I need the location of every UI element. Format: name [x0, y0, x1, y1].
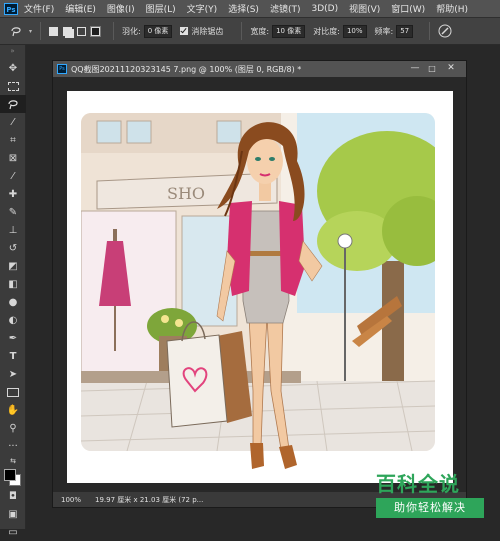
tools-panel: » ✥ ⁄ ⌗ ⊠ ⁄ ✚ ✎ ⊥ ↺ ◩ ◧ ● ◐ ✒ T ➤ ✋ ⚲ ··…: [0, 45, 26, 538]
menu-filter[interactable]: 滤镜(T): [270, 2, 301, 15]
clone-stamp-tool-icon[interactable]: ⊥: [0, 221, 26, 239]
zoom-level[interactable]: 100%: [61, 496, 95, 504]
menu-bar: Ps 文件(F) 编辑(E) 图像(I) 图层(L) 文字(Y) 选择(S) 滤…: [0, 0, 500, 17]
menu-file[interactable]: 文件(F): [24, 2, 54, 15]
more-tools-icon[interactable]: ···: [0, 437, 26, 455]
close-icon[interactable]: ✕: [445, 63, 457, 74]
type-tool-icon[interactable]: T: [0, 347, 26, 365]
dodge-tool-icon[interactable]: ◐: [0, 311, 26, 329]
subtract-selection-icon[interactable]: [77, 26, 86, 36]
brush-tool-icon[interactable]: ✎: [0, 203, 26, 221]
antialias-label: 消除锯齿: [191, 26, 224, 36]
magic-wand-tool-icon[interactable]: ⁄: [0, 113, 26, 131]
menu-view[interactable]: 视图(V): [349, 2, 380, 15]
divider: [113, 22, 114, 40]
eyedropper-tool-icon[interactable]: ⁄: [0, 167, 26, 185]
spot-healing-tool-icon[interactable]: ✚: [0, 185, 26, 203]
paint-bucket-tool-icon[interactable]: ◧: [0, 275, 26, 293]
feather-label: 羽化:: [122, 26, 141, 36]
divider: [241, 22, 243, 40]
marquee-tool-icon[interactable]: [0, 77, 26, 95]
canvas-area[interactable]: SHO: [53, 77, 466, 497]
blur-tool-icon[interactable]: ●: [0, 293, 26, 311]
photoshop-logo: Ps: [4, 2, 18, 15]
crop-tool-icon[interactable]: ⌗: [0, 131, 26, 149]
canvas[interactable]: SHO: [67, 91, 453, 483]
zoom-tool-icon[interactable]: ⚲: [0, 419, 26, 437]
document-title: QQ截图20211120323145 7.png @ 100% (图层 0, R…: [71, 64, 302, 74]
intersect-selection-icon[interactable]: [90, 25, 101, 37]
foreground-color-swatch[interactable]: [4, 469, 16, 481]
menu-3d[interactable]: 3D(D): [311, 4, 338, 14]
frequency-input[interactable]: 57: [396, 24, 414, 38]
document-size: 19.97 厘米 x 21.03 厘米 (72 p...: [95, 495, 204, 504]
new-selection-icon[interactable]: [49, 26, 58, 36]
svg-text:SHO: SHO: [167, 184, 205, 203]
watermark-title: 百科全说: [376, 472, 460, 496]
move-tool-icon[interactable]: ✥: [0, 59, 26, 77]
menu-layer[interactable]: 图层(L): [146, 2, 176, 15]
quick-mask-icon[interactable]: ◘: [0, 487, 26, 505]
maximize-icon[interactable]: □: [426, 63, 438, 74]
width-label: 宽度:: [250, 26, 270, 36]
magnetic-lasso-icon: [11, 27, 21, 37]
color-swatches[interactable]: [0, 467, 26, 487]
divider: [40, 22, 41, 40]
menu-select[interactable]: 选择(S): [228, 2, 259, 15]
rectangle-tool-icon[interactable]: [0, 383, 26, 401]
pen-pressure-icon[interactable]: [438, 24, 452, 38]
frequency-label: 频率:: [374, 26, 394, 36]
pen-tool-icon[interactable]: ✒: [0, 329, 26, 347]
options-bar: ▾ 羽化: 0 像素 消除锯齿 宽度: 10 像素 对比度: 10% 频率: 5…: [0, 17, 500, 45]
document-tab[interactable]: Ps QQ截图20211120323145 7.png @ 100% (图层 0…: [53, 61, 466, 77]
menu-image[interactable]: 图像(I): [107, 2, 135, 15]
antialias-checkbox[interactable]: [180, 27, 189, 35]
path-selection-tool-icon[interactable]: ➤: [0, 365, 26, 383]
ps-file-icon: Ps: [57, 64, 67, 74]
menu-help[interactable]: 帮助(H): [436, 2, 468, 15]
feather-input[interactable]: 0 像素: [143, 24, 173, 38]
add-selection-icon[interactable]: [63, 26, 72, 36]
watermark: 百科全说 助你轻松解决: [368, 465, 488, 523]
hand-tool-icon[interactable]: ✋: [0, 401, 26, 419]
minimize-icon[interactable]: —: [409, 63, 421, 74]
watermark-subtitle: 助你轻松解决: [376, 498, 484, 518]
width-input[interactable]: 10 像素: [272, 24, 306, 38]
contrast-label: 对比度:: [313, 26, 340, 36]
artboard-icon[interactable]: ▭: [0, 523, 26, 541]
tool-preset-picker[interactable]: ▾: [10, 25, 32, 37]
lasso-tool-icon[interactable]: [0, 95, 26, 113]
frame-tool-icon[interactable]: ⊠: [0, 149, 26, 167]
swap-colors-icon[interactable]: ⇆: [0, 455, 26, 467]
menu-type[interactable]: 文字(Y): [187, 2, 218, 15]
eraser-tool-icon[interactable]: ◩: [0, 257, 26, 275]
document-window: Ps QQ截图20211120323145 7.png @ 100% (图层 0…: [52, 60, 467, 508]
screen-mode-icon[interactable]: ▣: [0, 505, 26, 523]
chevron-down-icon: ▾: [28, 27, 32, 35]
menu-window[interactable]: 窗口(W): [391, 2, 425, 15]
menu-edit[interactable]: 编辑(E): [65, 2, 96, 15]
collapse-icon[interactable]: »: [0, 45, 25, 59]
history-brush-tool-icon[interactable]: ↺: [0, 239, 26, 257]
divider: [429, 22, 431, 40]
contrast-input[interactable]: 10%: [342, 24, 367, 38]
fashion-illustration: SHO: [81, 113, 435, 469]
